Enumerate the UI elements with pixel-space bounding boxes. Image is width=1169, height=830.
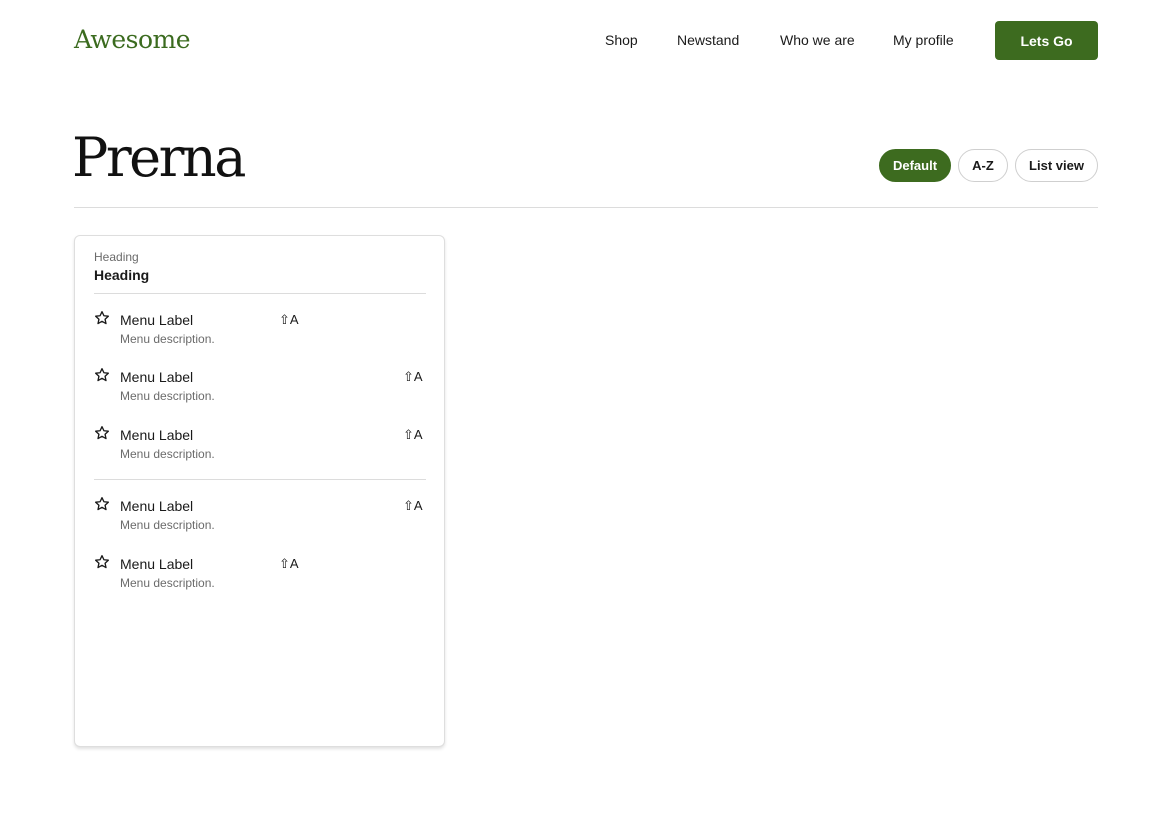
menu-description: Menu description. [120, 389, 215, 403]
card-divider [94, 479, 426, 480]
card-heading: Heading [94, 267, 150, 283]
menu-card: Heading Heading Menu Label Menu descript… [74, 235, 445, 747]
menu-description: Menu description. [120, 518, 215, 532]
menu-item[interactable]: Menu Label Menu description. ⇧A [94, 425, 426, 469]
card-subheading: Heading [94, 250, 139, 264]
view-list-button[interactable]: List view [1015, 149, 1098, 182]
menu-shortcut: ⇧A [403, 369, 423, 384]
menu-shortcut: ⇧A [403, 498, 423, 513]
menu-description: Menu description. [120, 332, 215, 346]
menu-label: Menu Label [120, 427, 194, 443]
menu-label: Menu Label [120, 369, 194, 385]
menu-shortcut: ⇧A [279, 312, 299, 327]
star-icon [95, 555, 109, 569]
menu-description: Menu description. [120, 447, 215, 461]
menu-label: Menu Label [120, 312, 194, 328]
view-a-z-button[interactable]: A-Z [958, 149, 1008, 182]
card-divider [94, 293, 426, 294]
menu-shortcut: ⇧A [403, 427, 423, 442]
page-title: Prerna [72, 126, 246, 189]
menu-label: Menu Label [120, 498, 194, 514]
section-divider [74, 207, 1098, 208]
lets-go-button[interactable]: Lets Go [995, 21, 1098, 60]
star-icon [95, 368, 109, 382]
menu-description: Menu description. [120, 576, 215, 590]
nav-link-shop[interactable]: Shop [605, 30, 638, 50]
view-default-button[interactable]: Default [879, 149, 951, 182]
star-icon [95, 497, 109, 511]
nav-link-my-profile[interactable]: My profile [893, 30, 954, 50]
menu-item[interactable]: Menu Label Menu description. ⇧A [94, 496, 426, 540]
menu-item[interactable]: Menu Label Menu description. ⇧A [94, 367, 426, 411]
star-icon [95, 426, 109, 440]
nav-link-newstand[interactable]: Newstand [677, 30, 739, 50]
menu-label: Menu Label [120, 556, 194, 572]
star-icon [95, 311, 109, 325]
menu-item[interactable]: Menu Label Menu description. ⇧A [94, 310, 426, 354]
nav-link-who-we-are[interactable]: Who we are [780, 30, 855, 50]
menu-item[interactable]: Menu Label Menu description. ⇧A [94, 554, 426, 598]
logo[interactable]: Awesome [74, 24, 191, 56]
menu-shortcut: ⇧A [279, 556, 299, 571]
